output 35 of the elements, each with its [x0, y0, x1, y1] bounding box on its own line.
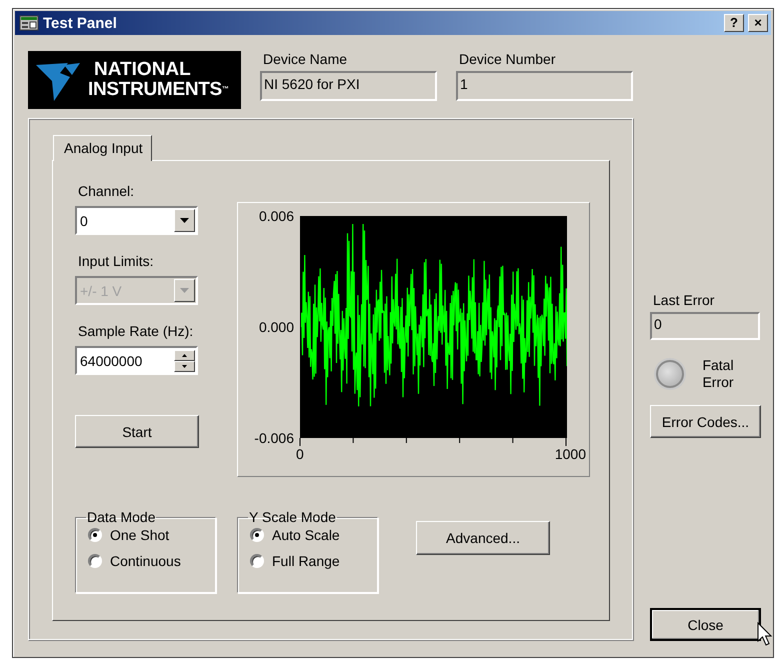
logo-text: NATIONAL [93, 60, 192, 80]
radio-option[interactable]: Continuous [88, 553, 215, 569]
field-label: Sample Rate (Hz): [77, 323, 194, 340]
help-button[interactable]: ? [724, 14, 744, 32]
axis-label: 0.000 [258, 319, 294, 335]
error-codes-button[interactable]: Error Codes... [650, 405, 761, 438]
radio-option[interactable]: Auto Scale [250, 527, 377, 543]
cursor-icon [757, 622, 773, 646]
indicator-label: Fatal Error [701, 357, 735, 391]
logo-text: INSTRUMENTS$^{™}$ [88, 80, 229, 100]
advanced-button[interactable]: Advanced... [416, 521, 550, 555]
axis-label: 1000 [554, 446, 586, 462]
radio-option[interactable]: Full Range [250, 553, 377, 569]
device-number-field: 1 [456, 71, 633, 101]
window-title: Test Panel [43, 14, 117, 32]
field-label: Device Name [262, 51, 348, 68]
axis-label: 0 [296, 446, 304, 462]
device-name-field: NI 5620 for PXI [260, 71, 437, 101]
panel-icon [19, 15, 39, 31]
spinner-icon [174, 350, 195, 372]
field-label: Device Number [458, 51, 556, 68]
axis-label: -0.006 [254, 430, 294, 446]
field-label: Input Limits: [77, 253, 154, 270]
sample-rate-field[interactable]: 64000000 [75, 346, 198, 375]
group-title: Data Mode [86, 509, 156, 525]
axis-label: 0.006 [258, 208, 294, 224]
tab[interactable]: Analog Input [53, 135, 152, 161]
radio-option[interactable]: One Shot [88, 527, 215, 543]
close-button[interactable]: × [748, 14, 768, 32]
start-button[interactable]: Start [75, 415, 199, 448]
field-label: Last Error [652, 292, 716, 309]
last-error-field: 0 [650, 312, 760, 340]
channel-dropdown[interactable]: 0 [75, 206, 198, 235]
group-title: Y Scale Mode [248, 509, 337, 525]
field-label: Channel: [77, 183, 136, 200]
